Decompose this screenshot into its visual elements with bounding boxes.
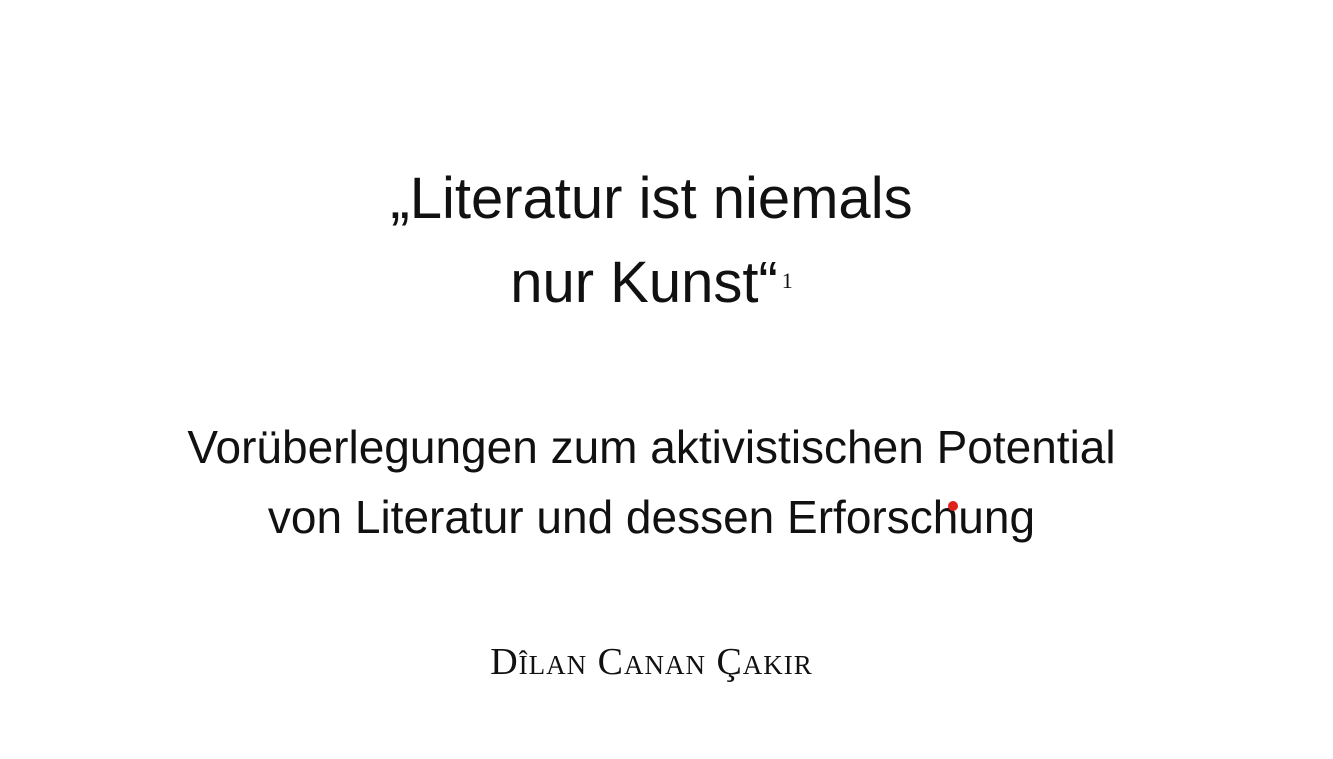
author-name: Dîlan Canan Çakir — [490, 641, 813, 683]
title-line-2-wrapper: nur Kunst“ 1 — [0, 240, 1303, 324]
subtitle-line-1: Vorüberlegungen zum aktivistischen Poten… — [187, 421, 1116, 473]
document-title: „Literatur ist niemals nur Kunst“ 1 — [0, 158, 1303, 324]
title-line-2: nur Kunst“ — [510, 250, 778, 315]
document-page: „Literatur ist niemals nur Kunst“ 1 Vorüb… — [0, 0, 1333, 759]
subtitle-line-2: von Literatur und dessen Erforschung — [267, 491, 1036, 543]
document-subtitle: Vorüberlegungen zum aktivistischen Poten… — [0, 412, 1303, 552]
footnote-marker[interactable]: 1 — [782, 268, 793, 293]
title-line-1: „Literatur ist niemals — [390, 166, 913, 231]
pointer-cursor-dot — [948, 501, 958, 511]
